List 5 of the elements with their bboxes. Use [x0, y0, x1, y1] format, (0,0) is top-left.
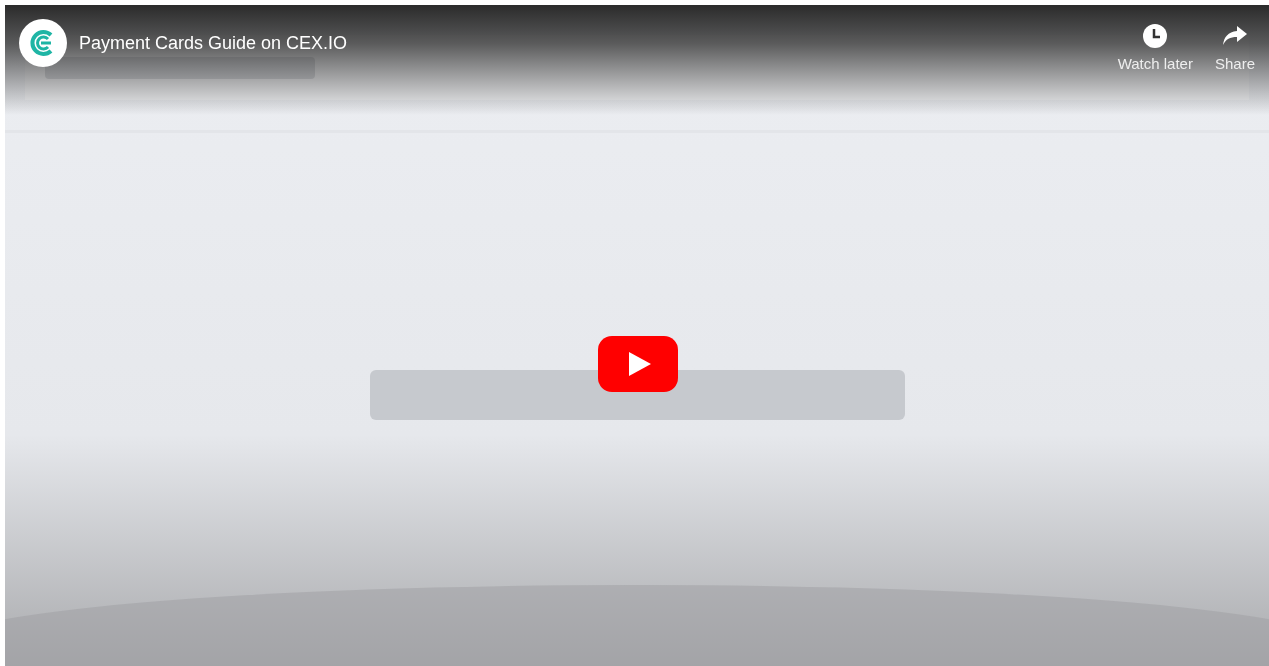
- clock-icon: [1142, 23, 1169, 49]
- share-button[interactable]: Share: [1214, 19, 1255, 76]
- play-button[interactable]: [598, 336, 678, 392]
- watch-later-button[interactable]: Watch later: [1117, 19, 1193, 76]
- video-title[interactable]: Payment Cards Guide on CEX.IO: [79, 33, 1106, 54]
